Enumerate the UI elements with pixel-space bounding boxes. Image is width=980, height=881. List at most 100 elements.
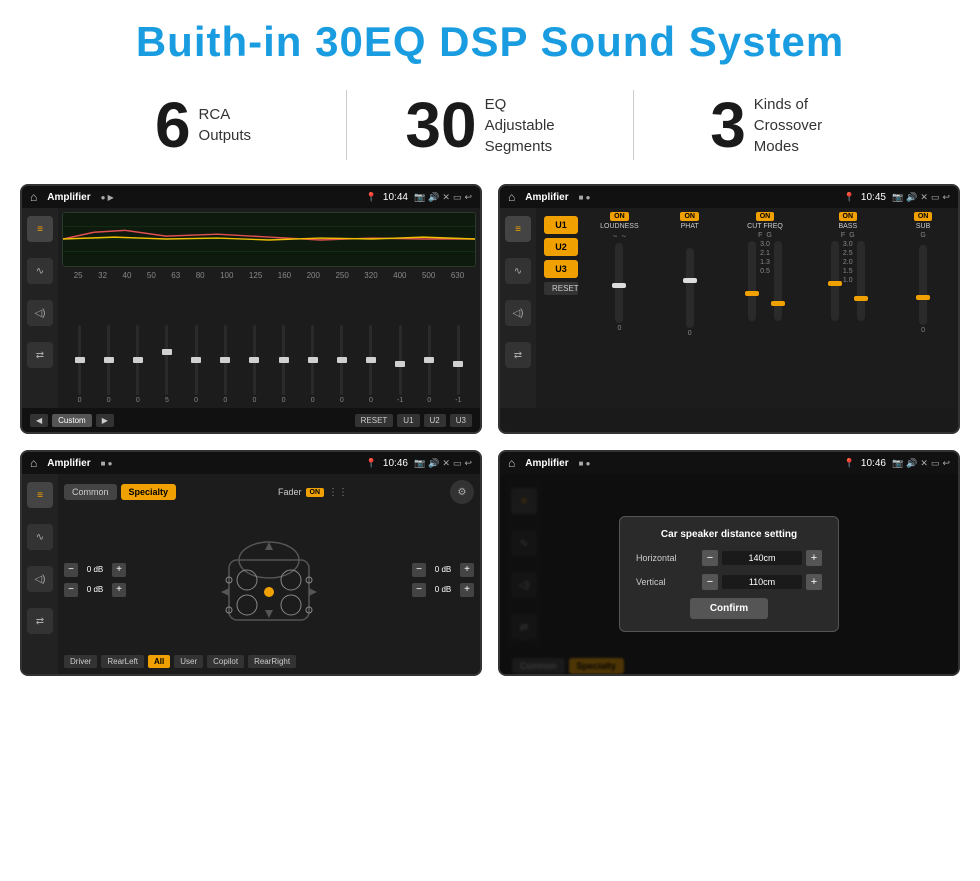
eq-slider-3[interactable]: 5 xyxy=(153,325,180,404)
crossover-screen: ⌂ Amplifier ■ ● 📍 10:45 📷 🔊 ✕ ▭ ↩ ≡ ∿ ◁)… xyxy=(498,184,960,434)
bass-sliders: 3.02.52.01.51.0 xyxy=(831,241,865,321)
eq-slider-11[interactable]: -1 xyxy=(387,325,414,404)
eq-slider-13[interactable]: -1 xyxy=(445,325,472,404)
db-minus-1[interactable]: − xyxy=(64,563,78,577)
fader-handle: ⋮⋮ xyxy=(328,487,348,498)
fader-left: − 0 dB + − 0 dB + xyxy=(64,508,126,651)
home-icon-3[interactable]: ⌂ xyxy=(30,456,37,470)
home-icon[interactable]: ⌂ xyxy=(30,190,37,204)
fader-driver-btn[interactable]: Driver xyxy=(64,655,97,668)
home-icon-2[interactable]: ⌂ xyxy=(508,190,515,204)
cutfreq-on[interactable]: ON xyxy=(756,212,775,221)
eq-u3-btn[interactable]: U3 xyxy=(450,414,472,427)
fader-all-btn[interactable]: All xyxy=(148,655,170,668)
eq-reset-btn[interactable]: RESET xyxy=(355,414,394,427)
loudness-slider[interactable] xyxy=(615,243,623,323)
horizontal-row: Horizontal − 140cm + xyxy=(636,550,822,566)
db-plus-4[interactable]: + xyxy=(460,583,474,597)
specialty-tab[interactable]: Specialty xyxy=(121,484,177,500)
vertical-plus[interactable]: + xyxy=(806,574,822,590)
loudness-on[interactable]: ON xyxy=(610,212,629,221)
eq-slider-6[interactable]: 0 xyxy=(241,325,268,404)
fader-rearleft-btn[interactable]: RearLeft xyxy=(101,655,144,668)
eq-slider-12[interactable]: 0 xyxy=(416,325,443,404)
fader-copilot-btn[interactable]: Copilot xyxy=(207,655,244,668)
fader-rearright-btn[interactable]: RearRight xyxy=(248,655,296,668)
distance-screen: ⌂ Amplifier ■ ● 📍 10:46 📷 🔊 ✕ ▭ ↩ ≡ ∿ ◁) xyxy=(498,450,960,676)
u1-button[interactable]: U1 xyxy=(544,216,578,234)
eq-prev-btn[interactable]: ◀ xyxy=(30,414,48,427)
horizontal-minus[interactable]: − xyxy=(702,550,718,566)
crossover-icon-active[interactable]: ≡ xyxy=(505,216,531,242)
volume-icon: 🔊 xyxy=(428,192,439,203)
u2-button[interactable]: U2 xyxy=(544,238,578,256)
eq-slider-0[interactable]: 0 xyxy=(66,325,93,404)
fader-status-icons: 📷 🔊 ✕ ▭ ↩ xyxy=(414,458,472,469)
eq-icon-arrows[interactable]: ⇄ xyxy=(27,342,53,368)
bass-slider-g[interactable] xyxy=(857,241,865,321)
eq-u1-btn[interactable]: U1 xyxy=(397,414,419,427)
bass-on[interactable]: ON xyxy=(839,212,858,221)
common-tab[interactable]: Common xyxy=(64,484,117,500)
eq-slider-7[interactable]: 0 xyxy=(270,325,297,404)
eq-icon-wave[interactable]: ∿ xyxy=(27,258,53,284)
db-minus-2[interactable]: − xyxy=(64,583,78,597)
confirm-button[interactable]: Confirm xyxy=(690,598,768,619)
eq-slider-8[interactable]: 0 xyxy=(299,325,326,404)
stat-rca: 6 RCA Outputs xyxy=(60,93,346,157)
cutfreq-slider-g[interactable] xyxy=(774,241,782,321)
vertical-control: − 110cm + xyxy=(702,574,822,590)
eq-slider-2[interactable]: 0 xyxy=(124,325,151,404)
close-icon: ✕ xyxy=(442,192,450,203)
home-icon-4[interactable]: ⌂ xyxy=(508,456,515,470)
eq-custom-btn[interactable]: Custom xyxy=(52,414,92,427)
eq-time: 10:44 xyxy=(383,192,408,203)
phat-label: PHAT xyxy=(681,223,699,230)
fader-settings-icon[interactable]: ⚙ xyxy=(450,480,474,504)
u3-button[interactable]: U3 xyxy=(544,260,578,278)
cutfreq-slider-f[interactable] xyxy=(748,241,756,321)
eq-main: 2532405063 80100125160200 25032040050063… xyxy=(58,208,480,408)
fader-icon-wave[interactable]: ∿ xyxy=(27,524,53,550)
crossover-icon-arrows[interactable]: ⇄ xyxy=(505,342,531,368)
modal-title: Car speaker distance setting xyxy=(636,529,822,540)
db-minus-4[interactable]: − xyxy=(412,583,426,597)
fader-on-badge[interactable]: ON xyxy=(306,488,325,497)
db-value-4: 0 dB xyxy=(429,585,457,594)
eq-slider-5[interactable]: 0 xyxy=(212,325,239,404)
fader-user-btn[interactable]: User xyxy=(174,655,203,668)
stat-eq-number: 30 xyxy=(405,93,476,157)
back-icon: ↩ xyxy=(464,192,472,203)
sub-on[interactable]: ON xyxy=(914,212,933,221)
eq-play-btn[interactable]: ▶ xyxy=(96,414,114,427)
eq-slider-9[interactable]: 0 xyxy=(328,325,355,404)
bass-slider-f[interactable] xyxy=(831,241,839,321)
fader-status-dots: ■ ● xyxy=(101,459,113,468)
eq-slider-10[interactable]: 0 xyxy=(357,325,384,404)
fader-icon-arrows[interactable]: ⇄ xyxy=(27,608,53,634)
db-minus-3[interactable]: − xyxy=(412,563,426,577)
db-plus-1[interactable]: + xyxy=(112,563,126,577)
eq-u2-btn[interactable]: U2 xyxy=(424,414,446,427)
eq-icon-speaker[interactable]: ◁) xyxy=(27,300,53,326)
camera-icon-4: 📷 xyxy=(892,458,903,469)
crossover-icon-wave[interactable]: ∿ xyxy=(505,258,531,284)
eq-slider-1[interactable]: 0 xyxy=(95,325,122,404)
stat-crossover-desc: Kinds of Crossover Modes xyxy=(754,94,844,157)
crossover-reset-btn[interactable]: RESET xyxy=(544,282,578,295)
horizontal-plus[interactable]: + xyxy=(806,550,822,566)
crossover-icon-speaker[interactable]: ◁) xyxy=(505,300,531,326)
db-plus-2[interactable]: + xyxy=(112,583,126,597)
fader-title: Amplifier xyxy=(47,458,90,469)
eq-slider-4[interactable]: 0 xyxy=(183,325,210,404)
fader-icon-active[interactable]: ≡ xyxy=(27,482,53,508)
back-icon-3: ↩ xyxy=(464,458,472,469)
phat-on[interactable]: ON xyxy=(680,212,699,221)
vertical-minus[interactable]: − xyxy=(702,574,718,590)
eq-icon-active[interactable]: ≡ xyxy=(27,216,53,242)
sub-slider[interactable] xyxy=(919,245,927,325)
phat-slider[interactable] xyxy=(686,248,694,328)
db-plus-3[interactable]: + xyxy=(460,563,474,577)
fader-icon-speaker[interactable]: ◁) xyxy=(27,566,53,592)
eq-freq-labels: 2532405063 80100125160200 25032040050063… xyxy=(62,271,476,280)
